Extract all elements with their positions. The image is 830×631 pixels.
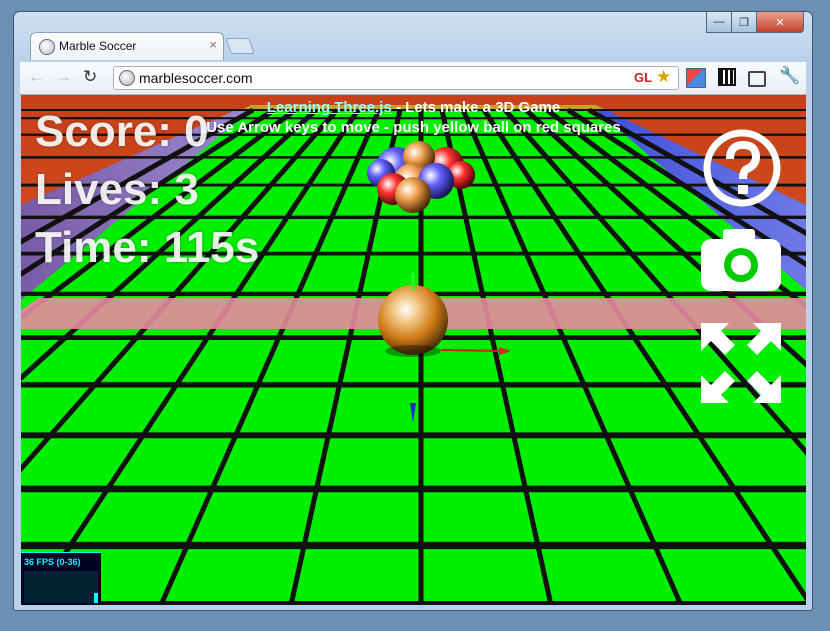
- info-title-rest: - Lets make a 3D Game: [391, 99, 561, 116]
- fps-graph: [24, 571, 98, 603]
- fullscreen-icon[interactable]: [697, 319, 787, 409]
- wrench-menu-icon[interactable]: 🔧: [779, 66, 800, 85]
- help-icon[interactable]: [697, 123, 787, 213]
- browser-toolbar: ← → ↻ marblesoccer.com GL ★ 🔧: [20, 62, 806, 95]
- screen-capture-extension-icon[interactable]: [748, 71, 766, 87]
- game-viewport[interactable]: Score: 0 Lives: 3 Time: 115s Learning Th…: [21, 95, 806, 605]
- info-title: Learning Three.js - Lets make a 3D Game: [21, 99, 806, 116]
- close-window-button[interactable]: ✕: [756, 12, 804, 33]
- tab-title: Marble Soccer: [59, 39, 137, 53]
- browser-window: Marble Soccer × — ❐ ✕ ← → ↻ marblesoccer…: [13, 11, 813, 611]
- maximize-button[interactable]: ❐: [731, 12, 757, 33]
- webgl-badge[interactable]: GL: [634, 70, 652, 85]
- tab-close-icon[interactable]: ×: [209, 37, 217, 52]
- globe-icon: [39, 39, 55, 55]
- minimize-button[interactable]: —: [706, 12, 732, 33]
- fps-bar: [94, 593, 98, 603]
- tab-marble-soccer[interactable]: Marble Soccer ×: [30, 32, 224, 60]
- bookmark-star-icon[interactable]: ★: [656, 67, 671, 87]
- camera-icon[interactable]: [697, 225, 787, 295]
- forward-button[interactable]: →: [55, 67, 72, 87]
- reload-button[interactable]: ↻: [83, 67, 97, 87]
- page-globe-icon: [119, 70, 135, 86]
- url-text: marblesoccer.com: [139, 70, 253, 86]
- back-button[interactable]: ←: [28, 67, 45, 87]
- title-bar: Marble Soccer × — ❐ ✕: [14, 12, 812, 62]
- lives-display: Lives: 3: [35, 165, 199, 214]
- fps-label: 36 FPS (0-36): [24, 557, 81, 567]
- time-display: Time: 115s: [35, 223, 260, 272]
- info-instructions: Use Arrow keys to move - push yellow bal…: [206, 119, 621, 136]
- qr-code-extension-icon[interactable]: [718, 68, 736, 86]
- address-bar[interactable]: marblesoccer.com GL ★: [113, 66, 679, 90]
- translate-extension-icon[interactable]: [686, 68, 706, 88]
- fps-meter: 36 FPS (0-36): [21, 552, 101, 605]
- new-tab-button[interactable]: [225, 38, 255, 54]
- learning-threejs-link[interactable]: Learning Three.js: [267, 99, 392, 116]
